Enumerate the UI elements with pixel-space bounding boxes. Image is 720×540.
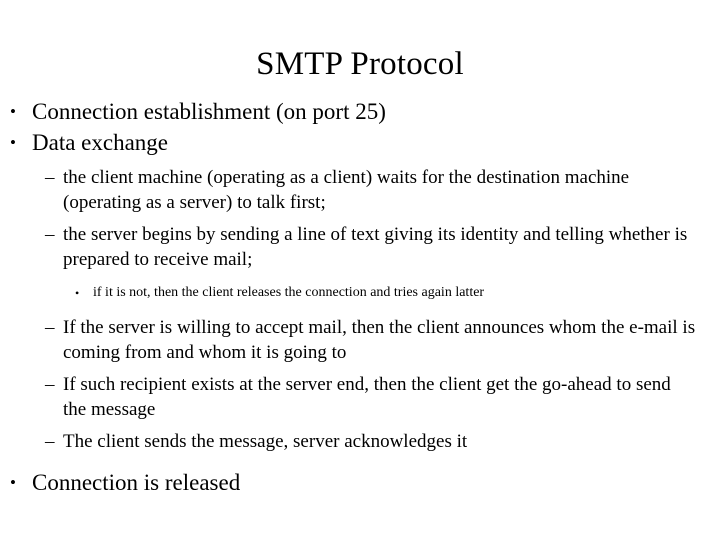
bullet-item: – the client machine (operating as a cli… [0,165,720,215]
presentation-slide: SMTP Protocol • Connection establishment… [0,0,720,540]
bullet-text: If the server is willing to accept mail,… [63,317,696,363]
bullet-text: Connection establishment (on port 25) [32,99,386,124]
bullet-item: • Connection is released [0,467,720,498]
bullet-text: If such recipient exists at the server e… [63,374,671,420]
bullet-marker-level1: • [10,473,16,492]
bullet-marker-level2: – [45,374,55,395]
bullet-text: the server begins by sending a line of t… [63,224,688,270]
bullet-item: – If the server is willing to accept mai… [0,315,720,365]
bullet-item: – If such recipient exists at the server… [0,372,720,422]
bullet-marker-level2: – [45,167,55,188]
slide-body: • Connection establishment (on port 25) … [0,96,720,498]
bullet-item: – the server begins by sending a line of… [0,222,720,272]
bullet-marker-level3: • [75,286,80,300]
bullet-marker-level1: • [10,102,16,121]
bullet-item: – The client sends the message, server a… [0,429,720,454]
bullet-marker-level2: – [45,431,55,452]
bullet-text: if it is not, then the client releases t… [93,285,485,300]
bullet-item: • if it is not, then the client releases… [0,283,720,303]
slide-title: SMTP Protocol [256,46,464,83]
bullet-marker-level1: • [10,133,16,152]
bullet-item: • Data exchange [0,127,720,158]
bullet-marker-level2: – [45,317,55,338]
bullet-item: • Connection establishment (on port 25) [0,96,720,127]
bullet-marker-level2: – [45,224,55,245]
bullet-text: The client sends the message, server ack… [63,431,468,452]
bullet-text: Connection is released [32,470,241,495]
bullet-text: the client machine (operating as a clien… [63,167,630,213]
bullet-text: Data exchange [32,130,169,155]
